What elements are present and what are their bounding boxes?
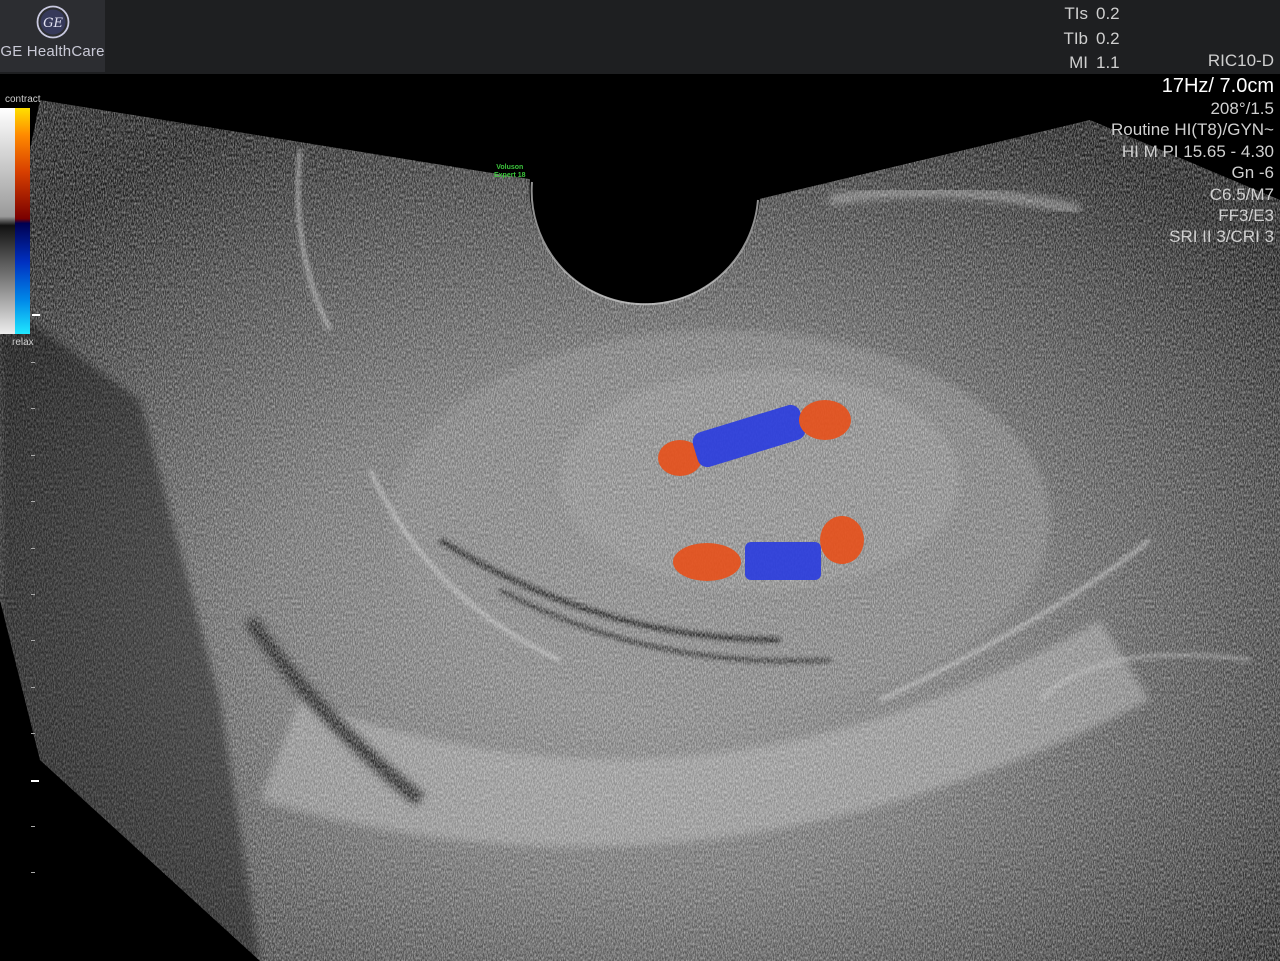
- product-watermark: Voluson Expert 18: [494, 164, 526, 180]
- depth-tick: [31, 686, 35, 688]
- safety-row-tib: TIb 0.2: [1063, 28, 1120, 48]
- depth-tick: [31, 454, 35, 456]
- watermark-line2: Expert 18: [494, 172, 526, 179]
- harmonic-setting: HI M PI 15.65 - 4.30: [1121, 141, 1274, 161]
- sri-cri-setting: SRI II 3/CRI 3: [1169, 227, 1274, 247]
- safety-row-tis: TIs 0.2: [1064, 4, 1120, 23]
- overlay-contract-upper-right: [799, 400, 851, 440]
- color-scale-top-label: contract: [5, 94, 41, 105]
- depth-tick: [31, 501, 35, 503]
- frame-rate-depth: 17Hz/ 7.0cm: [1161, 75, 1274, 97]
- brand-name: GE HealthCare: [0, 43, 105, 60]
- color-scale-bar: [15, 108, 30, 334]
- depth-tick: [31, 826, 35, 827]
- overlay-contract-lower-left: [673, 543, 741, 581]
- contrast-map: C6.5/M7: [1209, 184, 1274, 204]
- depth-tick: [31, 640, 35, 642]
- safety-indices: TIs 0.2 TIb 0.2 MI 1.1: [1063, 2, 1128, 76]
- depth-tick: [31, 779, 39, 782]
- gain-value: Gn -6: [1231, 163, 1274, 183]
- depth-tick: [31, 733, 35, 735]
- ge-monogram-logo-icon: GE: [36, 5, 69, 39]
- top-bar: GE GE HealthCare TIs 0.2 TIb 0.2 MI 1.1 RIC…: [0, 0, 1280, 74]
- grayscale-bar: [0, 108, 15, 334]
- preset-name: Routine HI(T8)/GYN~: [1111, 120, 1274, 140]
- frame-filter: FF3/E3: [1218, 206, 1274, 226]
- depth-tick: [31, 594, 35, 595]
- depth-tick: [31, 872, 35, 874]
- color-scale-bottom-label: relax: [12, 337, 34, 348]
- depth-tick: [31, 408, 35, 410]
- sector-angle: 208°/1.5: [1210, 99, 1274, 118]
- depth-tick: [31, 362, 35, 363]
- brand-logo-box: GE GE HealthCare: [0, 0, 105, 72]
- color-scale-marker: [32, 314, 40, 316]
- svg-text:GE: GE: [43, 16, 63, 31]
- overlay-contract-lower-right: [820, 516, 864, 564]
- depth-tick: [31, 547, 35, 549]
- overlay-relax-lower: [745, 542, 821, 580]
- probe-name: RIC10-D: [1207, 51, 1274, 70]
- watermark-line1: Voluson: [496, 164, 524, 171]
- ultrasound-image: [0, 100, 1280, 961]
- imaging-parameters: 17Hz/ 7.0cm 208°/1.5 Routine HI(T8)/GYN~…: [1111, 74, 1274, 248]
- safety-row-mi: MI 1.1: [1069, 53, 1120, 72]
